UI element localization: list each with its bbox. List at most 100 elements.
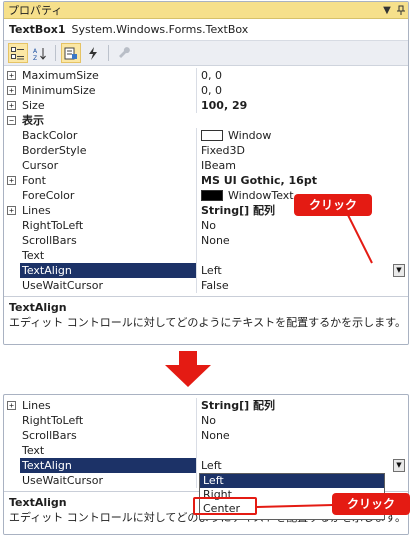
object-selector[interactable]: TextBox1 System.Windows.Forms.TextBox <box>4 19 408 41</box>
description-text: エディット コントロールに対してどのようにテキストを配置するかを示します。 <box>9 316 406 329</box>
property-row[interactable]: ScrollBars None <box>4 233 408 248</box>
property-row[interactable]: Text <box>4 248 408 263</box>
window-titlebar: プロパティ ▼ <box>4 2 408 19</box>
property-name: Text <box>22 444 45 457</box>
window-title: プロパティ <box>8 4 63 17</box>
property-value[interactable]: String[] 配列 <box>196 398 408 413</box>
dropdown-option-left[interactable]: Left <box>200 474 384 488</box>
property-value[interactable]: Left <box>196 263 408 278</box>
expand-icon[interactable]: + <box>7 101 16 110</box>
property-row[interactable]: Cursor IBeam <box>4 158 408 173</box>
description-title: TextAlign <box>9 301 67 314</box>
expand-icon[interactable]: + <box>7 401 16 410</box>
color-swatch <box>201 130 223 141</box>
property-row[interactable]: + MaximumSize 0, 0 <box>4 68 408 83</box>
property-name: TextAlign <box>20 458 196 473</box>
property-row[interactable]: BorderStyle Fixed3D <box>4 143 408 158</box>
property-row[interactable]: BackColor Window <box>4 128 408 143</box>
properties-toolbar: AZ <box>4 41 408 66</box>
pin-icon[interactable] <box>394 3 408 17</box>
property-row[interactable]: TextAlign Left ▼ <box>4 263 408 278</box>
property-value[interactable]: No <box>196 218 408 233</box>
property-name: TextAlign <box>20 263 196 278</box>
property-row[interactable]: + Size 100, 29 <box>4 98 408 113</box>
toolbar-separator <box>55 45 56 61</box>
expand-icon[interactable]: + <box>7 86 16 95</box>
lightning-icon <box>89 46 97 60</box>
events-button[interactable] <box>83 43 103 63</box>
property-row[interactable]: + Lines String[] 配列 <box>4 398 408 413</box>
property-row[interactable]: UseWaitCursor False <box>4 278 408 293</box>
categorized-button[interactable] <box>8 43 28 63</box>
click-callout-center: クリック <box>332 493 410 515</box>
alphabetical-button[interactable]: AZ <box>30 43 50 63</box>
property-name: Cursor <box>22 159 59 172</box>
property-name: 表示 <box>22 114 44 127</box>
property-value[interactable]: Fixed3D <box>196 143 408 158</box>
property-row[interactable]: + MinimumSize 0, 0 <box>4 83 408 98</box>
property-value[interactable]: False <box>196 278 408 293</box>
property-value[interactable]: None <box>196 233 408 248</box>
click-callout-dropdown: クリック <box>294 194 372 216</box>
property-name: BorderStyle <box>22 144 87 157</box>
property-name: UseWaitCursor <box>22 474 103 487</box>
properties-window: プロパティ ▼ TextBox1 System.Windows.Forms.Te… <box>3 1 409 345</box>
property-name: MinimumSize <box>22 84 96 97</box>
property-value[interactable]: Window <box>196 128 408 143</box>
property-value[interactable]: 0, 0 <box>196 83 408 98</box>
property-name: ScrollBars <box>22 234 77 247</box>
svg-text:Z: Z <box>33 55 37 60</box>
property-name: ScrollBars <box>22 429 77 442</box>
property-row[interactable]: + Font MS UI Gothic, 16pt <box>4 173 408 188</box>
object-name: TextBox1 <box>9 23 66 36</box>
svg-text:A: A <box>33 48 38 55</box>
properties-icon <box>64 47 77 59</box>
property-row[interactable]: RightToLeft No <box>4 413 408 428</box>
description-pane: TextAlign エディット コントロールに対してどのようにテキストを配置する… <box>4 296 408 344</box>
expand-icon[interactable]: + <box>7 176 16 185</box>
property-name: RightToLeft <box>22 219 84 232</box>
sort-az-icon: AZ <box>33 47 46 60</box>
dropdown-arrow-icon[interactable]: ▼ <box>380 3 394 17</box>
color-swatch <box>201 190 223 201</box>
property-value[interactable]: IBeam <box>196 158 408 173</box>
collapse-icon[interactable]: − <box>7 116 16 125</box>
property-name: Text <box>22 249 45 262</box>
property-value-text: Window <box>228 129 272 142</box>
wrench-icon <box>118 46 130 58</box>
object-type: System.Windows.Forms.TextBox <box>71 23 249 36</box>
property-row[interactable]: TextAlign Left ▼ <box>4 458 408 473</box>
dropdown-button[interactable]: ▼ <box>393 264 405 277</box>
properties-button[interactable] <box>61 43 81 63</box>
property-name: Size <box>22 99 45 112</box>
property-row[interactable]: RightToLeft No <box>4 218 408 233</box>
property-pages-button[interactable] <box>114 43 134 63</box>
property-name: Lines <box>22 204 51 217</box>
property-row[interactable]: Text <box>4 443 408 458</box>
property-value[interactable] <box>196 248 408 263</box>
property-value[interactable]: No <box>196 413 408 428</box>
property-name: BackColor <box>22 129 78 142</box>
property-value[interactable]: None <box>196 428 408 443</box>
expand-icon[interactable]: + <box>7 206 16 215</box>
expand-icon[interactable]: + <box>7 71 16 80</box>
down-arrow-icon <box>165 351 211 387</box>
toolbar-separator <box>108 45 109 61</box>
center-highlight-box <box>193 497 257 515</box>
property-value[interactable]: 100, 29 <box>196 98 408 113</box>
property-name: ForeColor <box>22 189 75 202</box>
property-name: Lines <box>22 399 51 412</box>
property-row[interactable]: ScrollBars None <box>4 428 408 443</box>
property-value-text: WindowText <box>228 189 294 202</box>
property-row[interactable]: − 表示 <box>4 113 408 128</box>
property-name: Font <box>22 174 46 187</box>
property-name: UseWaitCursor <box>22 279 103 292</box>
property-grid: + MaximumSize 0, 0 + MinimumSize 0, 0 + Size 100… <box>4 68 408 293</box>
property-value[interactable] <box>196 443 408 458</box>
property-name: MaximumSize <box>22 69 99 82</box>
property-value[interactable]: Left <box>196 458 408 473</box>
property-name: RightToLeft <box>22 414 84 427</box>
property-value[interactable]: 0, 0 <box>196 68 408 83</box>
dropdown-button[interactable]: ▼ <box>393 459 405 472</box>
property-value[interactable]: MS UI Gothic, 16pt <box>196 173 408 188</box>
